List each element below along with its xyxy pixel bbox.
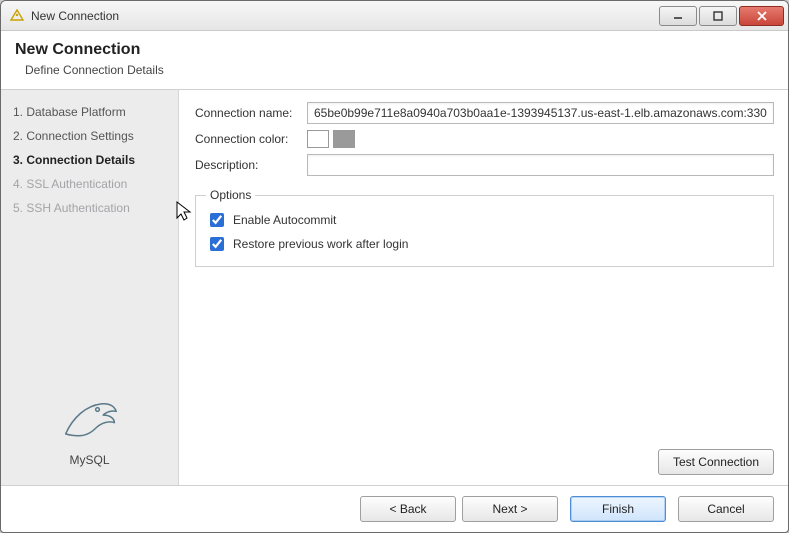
step-ssl-authentication: 4. SSL Authentication	[1, 172, 178, 196]
options-legend: Options	[206, 188, 255, 202]
step-connection-details[interactable]: 3. Connection Details	[1, 148, 178, 172]
connection-color-label: Connection color:	[195, 132, 307, 146]
wizard-steps-sidebar: 1. Database Platform 2. Connection Setti…	[1, 90, 179, 485]
connection-name-input[interactable]	[307, 102, 774, 124]
description-label: Description:	[195, 158, 307, 172]
restore-work-label: Restore previous work after login	[233, 237, 408, 251]
next-button[interactable]: Next >	[462, 496, 558, 522]
database-logo: MySQL	[1, 377, 178, 485]
connection-name-label: Connection name:	[195, 106, 307, 120]
dialog-window: New Connection New Connection Define Con…	[0, 0, 789, 533]
enable-autocommit-label: Enable Autocommit	[233, 213, 336, 227]
description-input[interactable]	[307, 154, 774, 176]
back-button[interactable]: < Back	[360, 496, 456, 522]
row-connection-name: Connection name:	[195, 102, 774, 124]
step-connection-settings[interactable]: 2. Connection Settings	[1, 124, 178, 148]
page-title: New Connection	[15, 41, 774, 59]
option-restore-work[interactable]: Restore previous work after login	[206, 232, 763, 256]
step-ssh-authentication: 5. SSH Authentication	[1, 196, 178, 220]
window-title: New Connection	[31, 9, 119, 23]
color-swatch-grey[interactable]	[333, 130, 355, 148]
finish-button[interactable]: Finish	[570, 496, 666, 522]
wizard-header: New Connection Define Connection Details	[1, 31, 788, 90]
restore-work-checkbox[interactable]	[210, 237, 224, 251]
page-subtitle: Define Connection Details	[15, 63, 774, 77]
app-icon	[9, 8, 25, 24]
close-button[interactable]	[739, 6, 784, 26]
step-database-platform[interactable]: 1. Database Platform	[1, 100, 178, 124]
database-logo-label: MySQL	[69, 453, 109, 467]
cancel-button[interactable]: Cancel	[678, 496, 774, 522]
row-connection-color: Connection color:	[195, 130, 774, 148]
options-fieldset: Options Enable Autocommit Restore previo…	[195, 188, 774, 267]
test-connection-button[interactable]: Test Connection	[658, 449, 774, 475]
mysql-dolphin-icon	[60, 387, 120, 447]
option-enable-autocommit[interactable]: Enable Autocommit	[206, 208, 763, 232]
wizard-footer: < Back Next > Finish Cancel	[1, 485, 788, 532]
maximize-button[interactable]	[699, 6, 737, 26]
titlebar[interactable]: New Connection	[1, 1, 788, 31]
wizard-body: 1. Database Platform 2. Connection Setti…	[1, 90, 788, 485]
wizard-main-panel: Connection name: Connection color: Descr…	[179, 90, 788, 485]
enable-autocommit-checkbox[interactable]	[210, 213, 224, 227]
row-description: Description:	[195, 154, 774, 176]
color-swatch-none[interactable]	[307, 130, 329, 148]
window-controls	[659, 6, 784, 26]
minimize-button[interactable]	[659, 6, 697, 26]
